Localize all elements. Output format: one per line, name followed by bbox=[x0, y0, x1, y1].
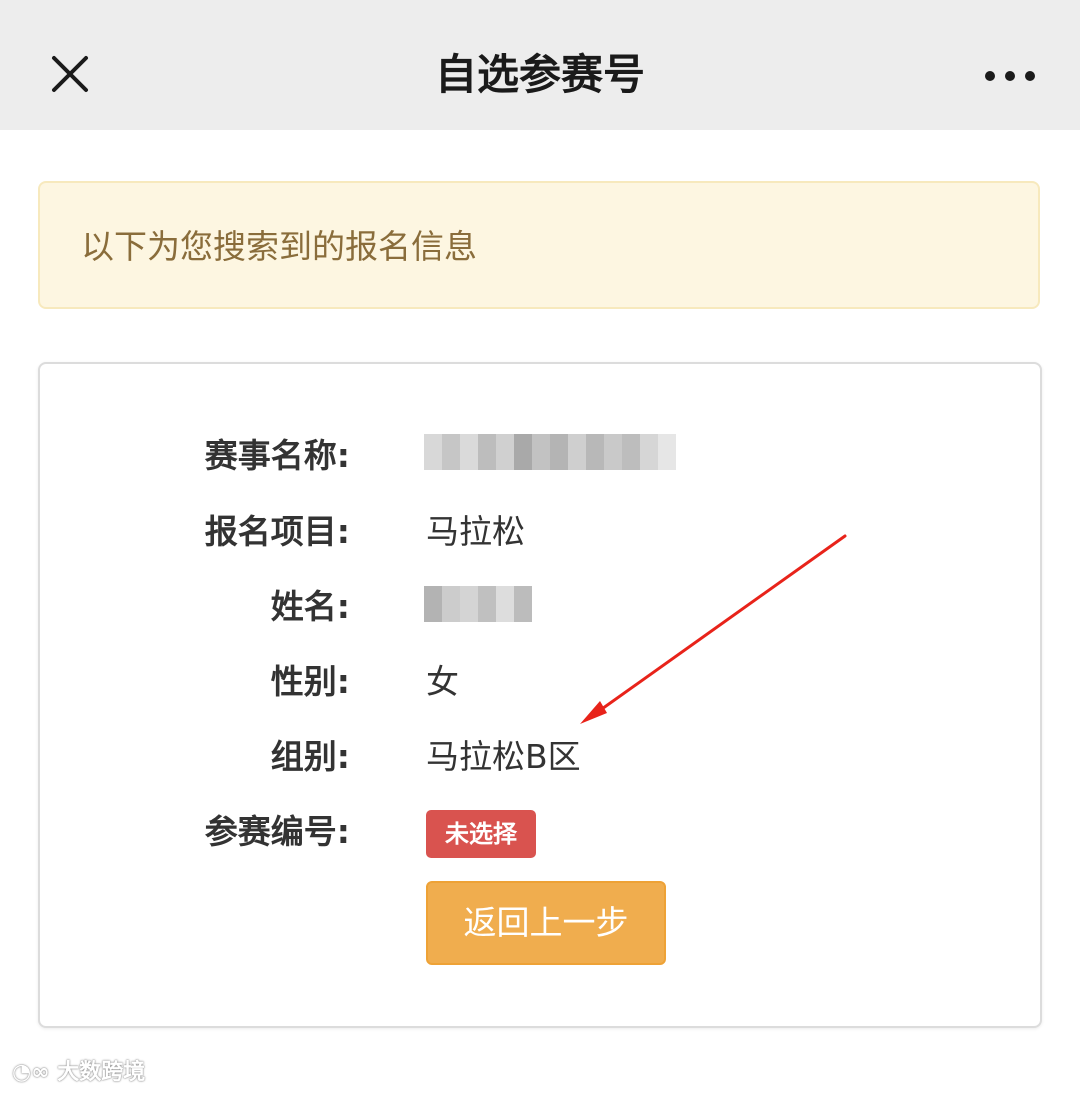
bib-number-label: 参赛编号: bbox=[204, 812, 350, 851]
group-value: 马拉松B区 bbox=[426, 737, 581, 776]
project-value: 马拉松 bbox=[426, 512, 525, 551]
watermark-text: 大数跨境 bbox=[57, 1060, 146, 1085]
info-notice: 以下为您搜索到的报名信息 bbox=[38, 181, 1040, 309]
event-name-label: 赛事名称: bbox=[204, 436, 350, 475]
name-value-redacted bbox=[424, 586, 532, 622]
group-label: 组别: bbox=[270, 737, 350, 776]
bib-status-badge: 未选择 bbox=[426, 810, 536, 858]
top-navbar: 自选参赛号 bbox=[0, 0, 1080, 130]
more-icon[interactable] bbox=[980, 56, 1040, 96]
gender-label: 性别: bbox=[270, 662, 350, 701]
watermark: ◔∞ 大数跨境 bbox=[12, 1058, 145, 1088]
event-name-value-redacted bbox=[424, 434, 676, 470]
gender-value: 女 bbox=[426, 662, 459, 701]
watermark-logo-icon: ◔∞ bbox=[12, 1060, 50, 1085]
registration-card: 赛事名称: 报名项目: 马拉松 姓名: 性别: 女 组别: 马拉松B区 参赛编号… bbox=[38, 362, 1042, 1028]
name-label: 姓名: bbox=[270, 587, 350, 626]
back-button[interactable]: 返回上一步 bbox=[426, 881, 666, 965]
page-title: 自选参赛号 bbox=[434, 50, 645, 99]
notice-text: 以下为您搜索到的报名信息 bbox=[81, 227, 477, 266]
project-label: 报名项目: bbox=[204, 512, 350, 551]
